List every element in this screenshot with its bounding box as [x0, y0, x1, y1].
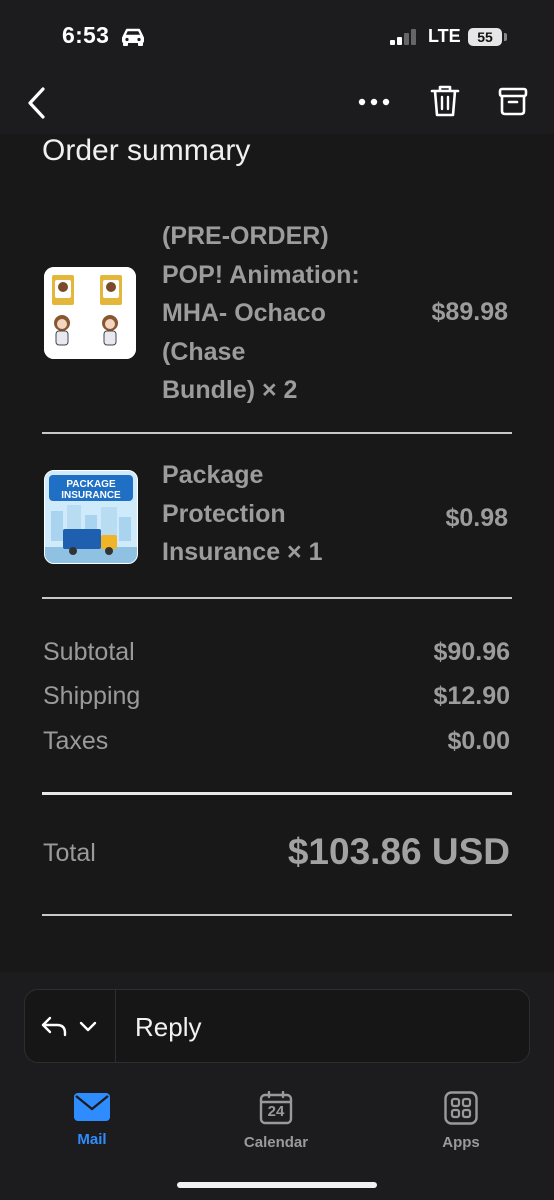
- battery-nub: [504, 33, 507, 41]
- home-indicator: [177, 1182, 377, 1188]
- divider: [42, 597, 512, 599]
- totals-label: Taxes: [43, 727, 109, 755]
- bottom-bar: Reply Mail 24 Calendar Apps: [0, 972, 554, 1200]
- thumb-text-line: INSURANCE: [61, 490, 121, 501]
- item-name-line: Insurance × 1: [162, 538, 323, 566]
- divider: [42, 792, 512, 795]
- status-bar: 6:53 LTE 55: [0, 0, 554, 72]
- apps-icon: [444, 1091, 478, 1129]
- more-icon[interactable]: [358, 94, 390, 112]
- tab-mail[interactable]: Mail: [32, 1092, 152, 1148]
- status-time: 6:53: [62, 22, 110, 48]
- message-toolbar: [0, 72, 554, 134]
- mail-icon: [73, 1093, 111, 1126]
- totals-value: $0.00: [447, 727, 510, 755]
- package-insurance-thumbnail: PACKAGE INSURANCE: [44, 470, 138, 564]
- thumb-text-line: PACKAGE: [66, 479, 116, 490]
- funko-bundle-thumbnail: [44, 267, 136, 359]
- reply-divider: [115, 990, 116, 1062]
- order-summary-title: Order summary: [42, 134, 251, 167]
- reply-icon: [41, 1016, 67, 1037]
- order-item-price: $0.98: [445, 504, 508, 532]
- car-icon: [120, 27, 146, 52]
- divider: [42, 914, 512, 916]
- totals-value: $90.96: [433, 638, 510, 666]
- item-name-line: Bundle) × 2: [162, 376, 298, 404]
- totals-value: $12.90: [433, 682, 510, 710]
- tab-calendar[interactable]: 24 Calendar: [216, 1091, 336, 1151]
- item-name-line: POP! Animation:: [162, 260, 360, 289]
- total-label: Total: [43, 839, 96, 867]
- reply-options-button[interactable]: [39, 1012, 101, 1045]
- tab-label: Mail: [77, 1131, 107, 1148]
- trash-icon[interactable]: [430, 84, 460, 123]
- tab-label: Calendar: [243, 1134, 309, 1151]
- chevron-down-icon: [79, 1021, 97, 1032]
- order-item-name: Package Protection Insurance × 1: [162, 456, 323, 572]
- item-name-line: Protection: [162, 499, 286, 528]
- tab-apps[interactable]: Apps: [401, 1091, 521, 1151]
- item-name-line: (Chase: [162, 337, 246, 366]
- archive-icon[interactable]: [498, 86, 528, 121]
- totals-label: Subtotal: [43, 638, 135, 666]
- calendar-date: 24: [267, 1103, 285, 1120]
- order-item-price: $89.98: [431, 298, 508, 326]
- item-name-line: (PRE-ORDER): [162, 222, 329, 250]
- total-value: $103.86 USD: [287, 831, 510, 872]
- signal-icon: [390, 29, 420, 50]
- divider: [42, 432, 512, 434]
- order-item: PACKAGE INSURANCE Package Protection Ins…: [42, 456, 512, 576]
- battery-icon: 55: [468, 28, 502, 46]
- order-item-name: (PRE-ORDER) POP! Animation: MHA- Ochaco …: [162, 217, 360, 410]
- reply-bar: Reply: [24, 989, 530, 1063]
- item-name-line: MHA- Ochaco: [162, 299, 326, 327]
- network-type: LTE: [428, 26, 461, 46]
- tab-label: Apps: [442, 1134, 480, 1151]
- item-name-line: Package: [162, 461, 264, 489]
- order-item: (PRE-ORDER) POP! Animation: MHA- Ochaco …: [42, 218, 512, 413]
- calendar-icon: 24: [259, 1091, 293, 1125]
- email-body: Order summary (PRE-ORDER) POP! Animation…: [0, 134, 554, 972]
- back-icon[interactable]: [26, 86, 48, 125]
- totals-label: Shipping: [43, 682, 141, 710]
- reply-field[interactable]: Reply: [135, 1012, 201, 1043]
